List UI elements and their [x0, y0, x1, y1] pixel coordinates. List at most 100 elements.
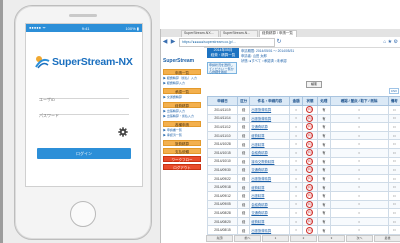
table-row[interactable]: 2014/11/10 経経費精算 ○ 承認有 ○ □ — [207, 130, 400, 141]
pager-page-2[interactable]: 2 — [290, 235, 317, 242]
table-cell[interactable]: 交通費精算 — [249, 208, 291, 218]
condition-row-3[interactable]: 状態: ●すべて ○承認済 ○未承認 — [241, 58, 287, 63]
table-cell[interactable]: 会議費精算 — [249, 147, 291, 158]
table-cell[interactable]: □ — [387, 139, 400, 149]
table-row[interactable]: 2014/11/12 経交通費精算 ○ 承認有 ○ □ — [207, 122, 400, 132]
sidebar-link-6[interactable]: ▶ 申請書一覧 — [163, 128, 203, 133]
table-cell[interactable]: 出張旅費精算 — [249, 113, 291, 124]
sidebar-button-5[interactable]: 旅費精算 — [163, 140, 201, 146]
table-cell[interactable]: □ — [387, 105, 400, 115]
sidebar-button-6[interactable]: 支払依頼 — [163, 148, 201, 154]
table-cell[interactable]: ○ — [329, 105, 389, 115]
table-cell[interactable]: ○ — [329, 139, 389, 149]
table-cell[interactable]: 交通費精算 — [249, 165, 291, 175]
table-cell[interactable]: ○ — [329, 225, 389, 235]
search-button[interactable]: 検索 — [306, 81, 322, 88]
table-cell[interactable]: ○ — [329, 173, 389, 184]
table-row[interactable]: 2014/08/15 経出張旅費精算 ○ 承認有 ○ □ — [207, 225, 400, 235]
table-cell[interactable]: ○ — [329, 190, 389, 201]
table-cell[interactable]: □ — [387, 199, 400, 210]
col-header-date[interactable]: 申請日 — [207, 96, 239, 106]
table-cell[interactable]: 出張精算 — [249, 139, 291, 149]
col-header-status[interactable]: 状態 — [301, 96, 319, 106]
table-cell[interactable]: □ — [387, 122, 400, 132]
table-cell[interactable]: 出張旅費精算 — [249, 105, 291, 115]
table-row[interactable]: 2014/10/28 経出張精算 ○ 承認有 ○ □ — [207, 139, 400, 149]
table-cell[interactable]: 経費精算 — [249, 216, 291, 227]
table-row[interactable]: 2014/09/30 経交通費精算 ○ 承認有 ○ □ — [207, 165, 400, 175]
table-cell[interactable]: ○ — [329, 130, 389, 141]
col-header-amount[interactable]: 金額 — [289, 96, 303, 106]
table-cell[interactable]: □ — [387, 208, 400, 218]
logout-button[interactable]: ログアウト — [163, 164, 201, 170]
reload-icon[interactable]: ↻ — [275, 38, 283, 46]
table-cell[interactable]: □ — [387, 147, 400, 158]
pager-page-1[interactable]: 1 — [262, 235, 289, 242]
table-cell[interactable]: ○ — [329, 216, 389, 227]
sidebar-link-3[interactable]: ▶ 交通費精算 — [163, 95, 203, 100]
user-id-field[interactable] — [39, 88, 129, 102]
table-cell[interactable]: 出張旅費精算 — [249, 225, 291, 235]
table-cell[interactable]: 接待交際費精算 — [249, 156, 291, 167]
password-field[interactable] — [39, 104, 129, 118]
table-cell[interactable]: 会議費精算 — [249, 199, 291, 210]
table-row[interactable]: 2014/09/05 経会議費精算 ○ 承認有 ○ □ — [207, 199, 400, 210]
table-row[interactable]: 2014/09/22 経出張旅費精算 ○ 承認有 ○ □ — [207, 173, 400, 184]
table-row[interactable]: 2014/09/18 経経費精算 ○ 承認有 ○ □ — [207, 182, 400, 192]
table-cell[interactable]: □ — [387, 165, 400, 175]
table-cell[interactable]: 経費精算 — [249, 182, 291, 192]
col-header-note[interactable]: 備考 — [387, 96, 400, 106]
sidebar-button-4[interactable]: 各種申請 — [163, 121, 201, 127]
table-row[interactable]: 2014/08/28 経交通費精算 ○ 承認有 ○ □ — [207, 208, 400, 218]
table-cell[interactable]: ○ — [329, 165, 389, 175]
table-cell[interactable]: ○ — [329, 147, 389, 158]
table-cell[interactable]: □ — [387, 130, 400, 141]
table-row[interactable]: 2014/10/10 経接待交際費精算 ○ 承認有 ○ □ — [207, 156, 400, 167]
col-header-type[interactable]: 区分 — [237, 96, 251, 106]
sidebar-link-1[interactable]: ▶ 経費精算（仮払）入力 — [163, 76, 203, 81]
table-cell[interactable]: □ — [387, 182, 400, 192]
browser-tab-2[interactable]: SuperStream-N... — [220, 30, 258, 37]
table-cell[interactable]: 経費精算 — [249, 130, 291, 141]
table-cell[interactable]: □ — [387, 156, 400, 167]
table-cell[interactable]: ○ — [329, 122, 389, 132]
address-bar[interactable]: https://●●●●●/superstream.co.jp/... — [179, 37, 275, 47]
table-row[interactable]: 2014/10/15 経会議費精算 ○ 承認有 ○ □ — [207, 147, 400, 158]
pager-page-3[interactable]: 3 — [318, 235, 345, 242]
table-cell[interactable]: □ — [387, 225, 400, 235]
table-row[interactable]: 2014/08/20 経経費精算 ○ 承認有 ○ □ — [207, 216, 400, 227]
csv-button[interactable]: CSV — [388, 88, 399, 94]
table-cell[interactable]: ○ — [329, 199, 389, 210]
table-cell[interactable]: □ — [387, 113, 400, 124]
sidebar-button-3[interactable]: 経費精算 — [163, 102, 201, 108]
user-id-input[interactable] — [39, 97, 129, 102]
table-cell[interactable]: ○ — [329, 182, 389, 192]
sidebar-button-2[interactable]: 承認一覧 — [163, 88, 201, 94]
sidebar-link-4[interactable]: ▶ 出張精算入力 — [163, 109, 203, 114]
table-cell[interactable]: □ — [387, 173, 400, 184]
table-cell[interactable]: ○ — [329, 113, 389, 124]
col-header-process[interactable]: 処理 — [317, 96, 331, 106]
table-row[interactable]: 2014/11/19 経出張旅費精算 ○ 承認有 ○ □ — [207, 105, 400, 115]
gear-icon[interactable] — [118, 127, 128, 137]
table-row[interactable]: 2014/09/12 経出張精算 ○ 承認有 ○ □ — [207, 190, 400, 201]
table-cell[interactable]: 交通費精算 — [249, 122, 291, 132]
table-cell[interactable]: 出張旅費精算 — [249, 173, 291, 184]
table-cell[interactable]: ○ — [329, 208, 389, 218]
home-button[interactable] — [70, 201, 96, 227]
col-header-title[interactable]: 件名・申請内容 — [249, 96, 291, 106]
browser-tab-3[interactable]: 経費精算 / 申請一覧 — [259, 30, 297, 37]
table-cell[interactable]: □ — [387, 216, 400, 227]
col-header-actions[interactable]: 確認 / 差戻 / 取下 / 削除 — [329, 96, 389, 106]
pager-prev[interactable]: 前へ — [234, 235, 261, 242]
pager-next[interactable]: 次へ — [346, 235, 373, 242]
sidebar-link-5[interactable]: ▶ 出張精算・仮払入力 — [163, 114, 203, 119]
table-cell[interactable]: ○ — [329, 156, 389, 167]
table-cell[interactable]: □ — [387, 190, 400, 201]
sidebar-link-7[interactable]: ▶ 承認済一覧 — [163, 133, 203, 138]
browser-right-icons[interactable]: ⌂ ★ ⚙ — [383, 39, 400, 45]
forward-icon[interactable]: ▶ — [169, 38, 177, 46]
table-row[interactable]: 2014/11/14 経出張旅費精算 ○ 承認有 ○ □ — [207, 113, 400, 124]
back-icon[interactable]: ◀ — [161, 38, 169, 46]
password-input[interactable] — [39, 113, 129, 118]
